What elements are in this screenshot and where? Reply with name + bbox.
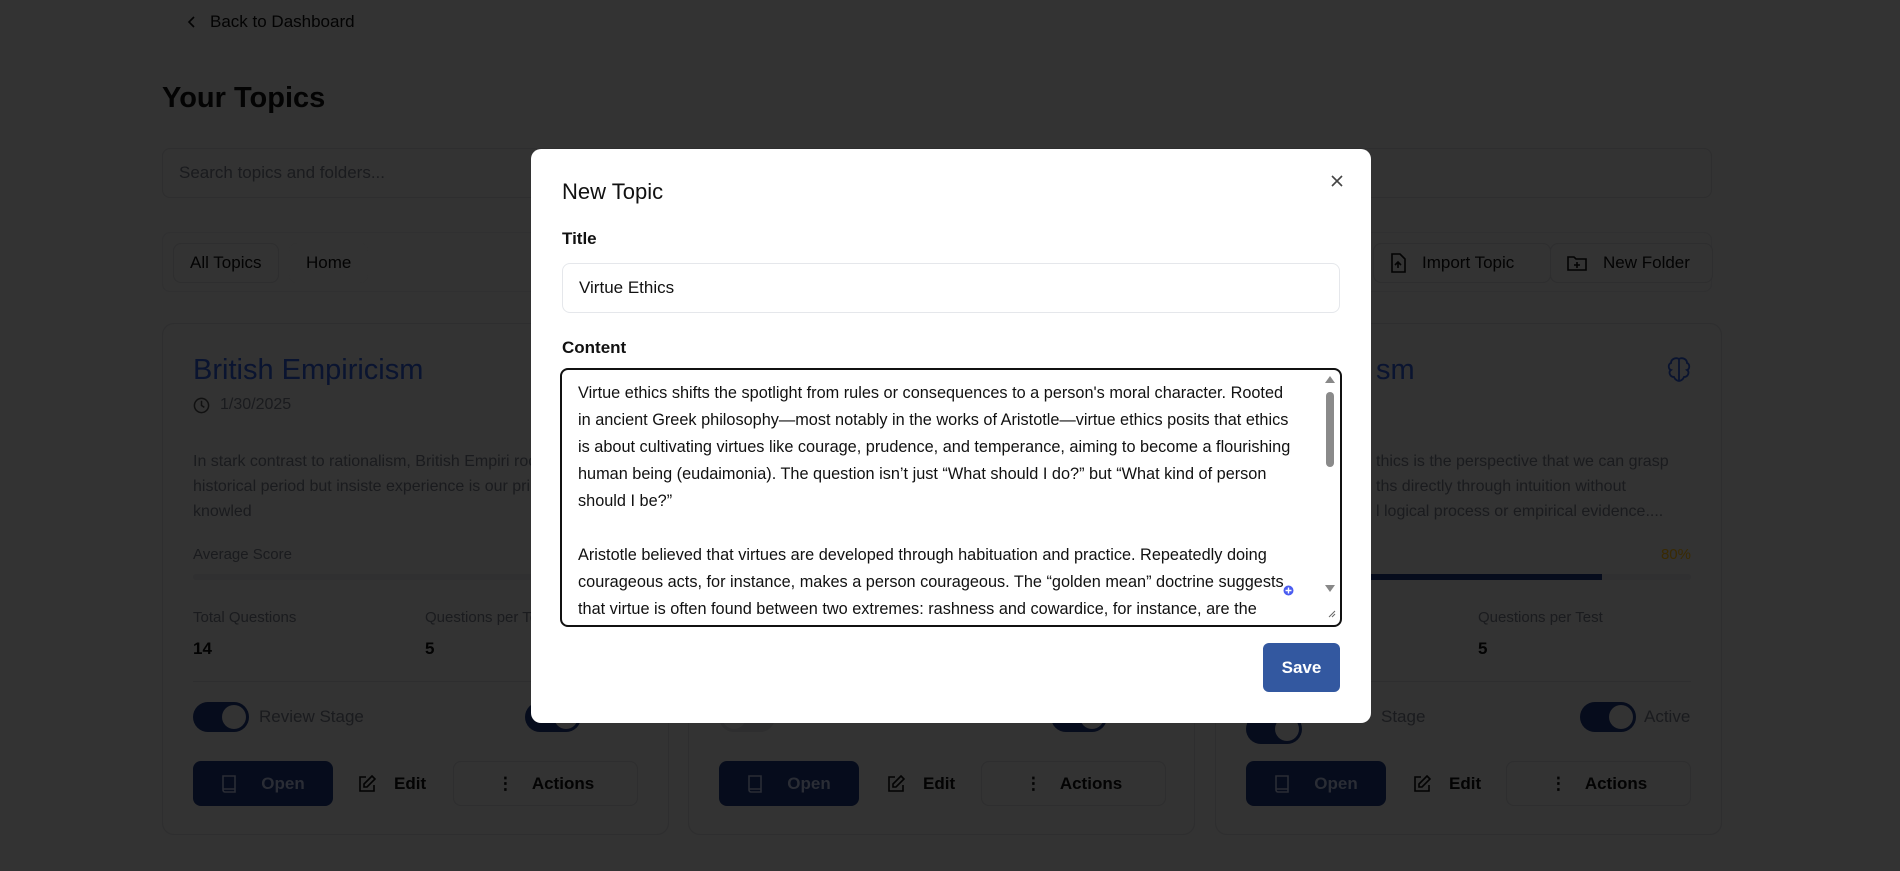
edit-button[interactable]: Edit	[358, 761, 426, 806]
title-input[interactable]	[562, 263, 1340, 313]
import-topic-button[interactable]: Import Topic	[1373, 243, 1551, 283]
open-button[interactable]: Open	[193, 761, 333, 806]
open-label: Open	[787, 773, 831, 793]
all-topics-label: All Topics	[190, 253, 262, 272]
back-to-dashboard-link[interactable]: Back to Dashboard	[186, 12, 355, 32]
open-button[interactable]: Open	[719, 761, 859, 806]
page-title: Your Topics	[162, 82, 326, 114]
active-toggle[interactable]	[1580, 702, 1636, 732]
topic-title[interactable]: British Empiricism	[193, 354, 423, 387]
search-placeholder: Search topics and folders...	[179, 163, 386, 182]
open-label: Open	[1314, 773, 1358, 793]
average-score-label: Average Score	[193, 546, 292, 563]
questions-per-test-value: 5	[425, 639, 435, 658]
more-vertical-icon: ⋮	[496, 773, 514, 793]
edit-label: Edit	[923, 773, 956, 793]
grammar-assist-icon[interactable]	[1283, 585, 1294, 596]
content-label: Content	[562, 338, 627, 357]
new-folder-button[interactable]: New Folder	[1550, 243, 1713, 283]
review-stage-label: Stage	[1381, 707, 1426, 726]
edit-icon	[888, 774, 905, 792]
close-icon	[1331, 175, 1343, 187]
topic-date: 1/30/2025	[193, 396, 291, 414]
dialog-title: New Topic	[562, 179, 664, 204]
open-button[interactable]: Open	[1246, 761, 1386, 806]
edit-button[interactable]: Edit	[1413, 761, 1481, 806]
save-button[interactable]: Save	[1263, 643, 1340, 692]
actions-button[interactable]: ⋮ Actions	[453, 761, 638, 806]
tab-all-topics[interactable]: All Topics	[173, 243, 279, 283]
book-icon	[1275, 774, 1290, 793]
actions-button[interactable]: ⋮ Actions	[1506, 761, 1691, 806]
topic-title[interactable]: sm	[1376, 354, 1415, 387]
textarea-scrollbar[interactable]	[1323, 373, 1337, 619]
book-icon	[222, 774, 237, 793]
file-upload-icon	[1391, 253, 1406, 273]
open-label: Open	[261, 773, 305, 793]
average-score-value: 80%	[1660, 546, 1691, 563]
actions-button[interactable]: ⋮ Actions	[981, 761, 1166, 806]
edit-label: Edit	[394, 773, 427, 793]
description-line: thics is the perspective that we can gra…	[1376, 453, 1669, 470]
edit-icon	[359, 774, 376, 792]
active-label: Active	[1644, 707, 1691, 726]
more-vertical-icon: ⋮	[1549, 773, 1567, 793]
book-icon	[748, 774, 763, 793]
description-line: l logical process or empirical evidence.…	[1376, 503, 1664, 520]
date-text: 1/30/2025	[220, 396, 292, 413]
clock-icon	[193, 397, 210, 413]
total-questions-label: Total Questions	[193, 609, 297, 626]
folder-plus-icon	[1567, 256, 1587, 271]
review-stage-label: Review Stage	[259, 707, 364, 726]
breadcrumb-home[interactable]: Home	[289, 243, 369, 283]
brain-icon	[1667, 357, 1691, 382]
edit-button[interactable]: Edit	[887, 761, 955, 806]
questions-per-test-value: 5	[1478, 639, 1488, 658]
back-label: Back to Dashboard	[210, 12, 355, 31]
actions-label: Actions	[1584, 773, 1648, 793]
import-topic-label: Import Topic	[1422, 253, 1515, 272]
description-line: ths directly through intuition without	[1376, 478, 1626, 495]
questions-per-test-label: Questions per Te	[425, 609, 539, 626]
edit-icon	[1414, 774, 1431, 792]
chevron-left-icon	[187, 16, 195, 28]
actions-label: Actions	[1059, 773, 1123, 793]
review-stage-toggle[interactable]	[193, 702, 249, 732]
topic-description: thics is the perspective that we can gra…	[1376, 449, 1716, 524]
total-questions-value: 14	[193, 639, 212, 658]
more-vertical-icon: ⋮	[1024, 773, 1042, 793]
title-label: Title	[562, 229, 597, 248]
close-button[interactable]	[1325, 169, 1349, 193]
edit-label: Edit	[1449, 773, 1482, 793]
new-topic-dialog: New Topic Title Content Virtue ethics sh…	[531, 149, 1371, 723]
actions-label: Actions	[531, 773, 595, 793]
new-folder-label: New Folder	[1603, 253, 1690, 272]
home-label: Home	[306, 253, 352, 272]
questions-per-test-label: Questions per Test	[1478, 609, 1603, 626]
content-textarea[interactable]: Virtue ethics shifts the spotlight from …	[560, 368, 1342, 627]
